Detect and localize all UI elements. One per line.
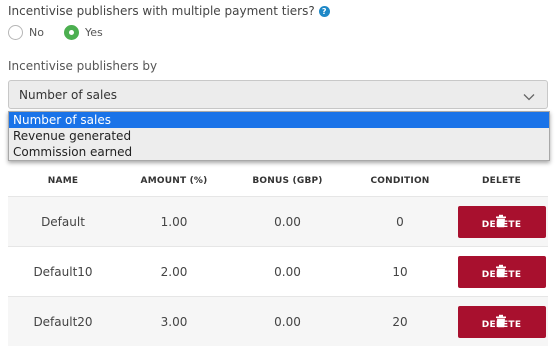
option-number-of-sales[interactable]: Number of sales: [9, 112, 549, 128]
incentivise-by-selected-value: Number of sales: [19, 87, 117, 102]
incentivise-by-select[interactable]: Number of sales: [8, 80, 548, 109]
header-condition: CONDITION: [370, 176, 430, 186]
table-row: Default10 2.00 0.00 10 DELETE: [8, 246, 548, 296]
tier-bonus: 0.00: [274, 214, 301, 229]
tiers-question-label: Incentivise publishers with multiple pay…: [8, 4, 315, 18]
radio-yes-label: Yes: [84, 25, 103, 39]
incentivise-by-label: Incentivise publishers by: [8, 59, 158, 73]
delete-button-label: DELETE: [481, 219, 522, 230]
option-commission-earned[interactable]: Commission earned: [9, 144, 549, 160]
delete-button[interactable]: DELETE: [457, 305, 546, 338]
help-icon[interactable]: ?: [318, 5, 330, 17]
radio-no-label: No: [29, 25, 44, 39]
delete-button[interactable]: DELETE: [457, 205, 546, 238]
table-header: NAME AMOUNT (%) BONUS (GBP) CONDITION DE…: [8, 166, 548, 196]
tier-amount: 2.00: [160, 264, 188, 279]
payment-tiers-table: NAME AMOUNT (%) BONUS (GBP) CONDITION DE…: [8, 166, 548, 346]
tier-bonus: 0.00: [274, 314, 301, 329]
header-name: NAME: [47, 176, 79, 186]
tier-condition: 0: [396, 214, 404, 229]
delete-button-label: DELETE: [481, 269, 522, 280]
tiers-radio-group: No Yes: [8, 23, 123, 41]
header-bonus: BONUS (GBP): [252, 176, 323, 186]
header-amount: AMOUNT (%): [140, 176, 208, 186]
header-delete: DELETE: [482, 176, 521, 186]
delete-button-label: DELETE: [481, 319, 522, 330]
tier-amount: 1.00: [160, 214, 188, 229]
tier-bonus: 0.00: [274, 264, 301, 279]
table-row: Default20 3.00 0.00 20 DELETE: [8, 296, 548, 346]
incentivise-by-options: Number of sales Revenue generated Commis…: [8, 111, 550, 161]
tier-amount: 3.00: [160, 314, 188, 329]
radio-yes-circle[interactable]: [63, 24, 79, 40]
table-row: Default 1.00 0.00 0 DELETE: [8, 196, 548, 246]
radio-yes[interactable]: Yes: [63, 24, 103, 40]
tier-name: Default: [41, 214, 85, 229]
tier-name: Default20: [33, 314, 93, 329]
tier-condition: 20: [392, 314, 408, 329]
delete-button[interactable]: DELETE: [457, 255, 546, 288]
option-revenue-generated[interactable]: Revenue generated: [9, 128, 549, 144]
tiers-question: Incentivise publishers with multiple pay…: [8, 4, 330, 18]
tier-name: Default10: [33, 264, 93, 279]
radio-no[interactable]: No: [8, 24, 44, 40]
radio-no-circle[interactable]: [8, 24, 23, 40]
tier-condition: 10: [392, 264, 408, 279]
chevron-down-icon: [523, 90, 535, 104]
